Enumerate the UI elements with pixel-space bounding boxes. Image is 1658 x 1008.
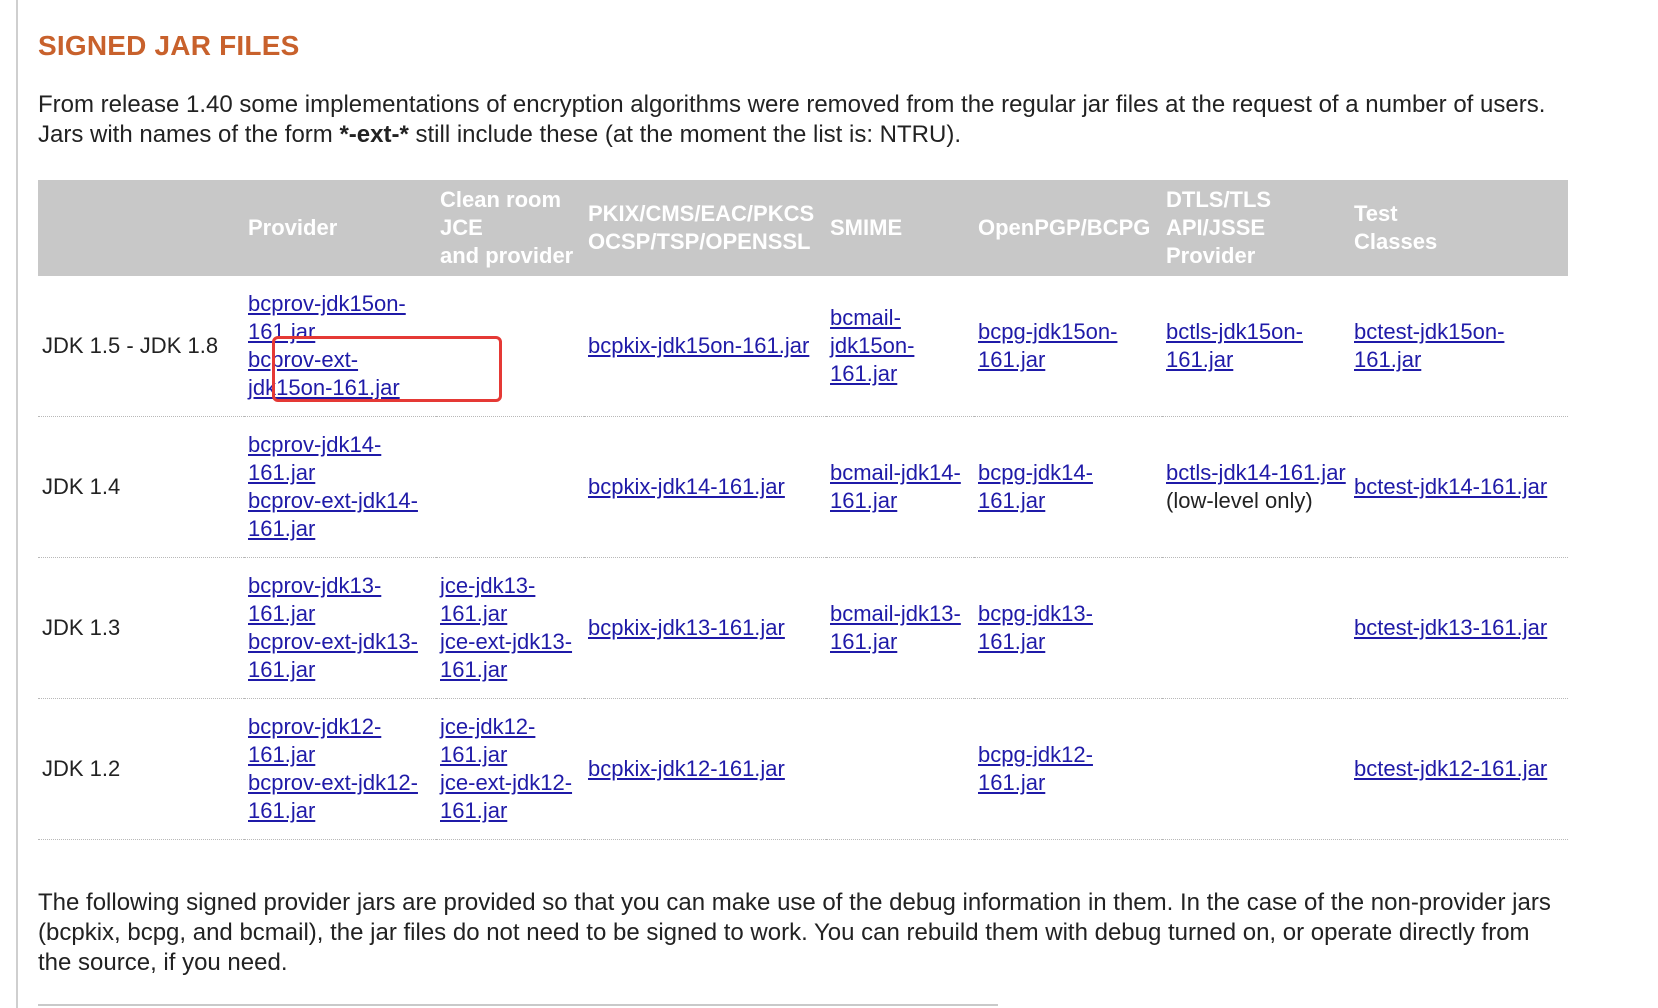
jce-ext-jar-link[interactable]: jce-ext-jdk12-161.jar [440,769,582,825]
provider-cell: bcprov-jdk12-161.jar bcprov-ext-jdk12-16… [244,698,436,840]
smime-jar-link[interactable]: bcmail-jdk13-161.jar [830,601,961,654]
provider-jar-link[interactable]: bcprov-jdk12-161.jar [248,713,434,769]
jce-jar-link[interactable]: jce-jdk13-161.jar [440,572,582,628]
test-cell: bctest-jdk13-161.jar [1350,557,1568,699]
table-row-jdk13: JDK 1.3 bcprov-jdk13-161.jar bcprov-ext-… [38,557,1568,699]
smime-cell [826,698,974,840]
pkix-jar-link[interactable]: bcpkix-jdk14-161.jar [588,474,785,499]
dtls-cell [1162,698,1350,840]
table-header-row: Provider Clean room JCE and provider PKI… [38,180,1568,276]
test-cell: bctest-jdk12-161.jar [1350,698,1568,840]
dtls-cell: bctls-jdk14-161.jar (low-level only) [1162,416,1350,558]
provider-jar-link[interactable]: bcprov-jdk15on-161.jar [248,290,434,346]
smime-cell: bcmail-jdk13-161.jar [826,557,974,699]
provider-cell: bcprov-jdk13-161.jar bcprov-ext-jdk13-16… [244,557,436,699]
bottom-divider [38,1004,998,1006]
pkix-cell: bcpkix-jdk15on-161.jar [584,276,826,417]
header-provider: Provider [248,215,338,240]
jdk-version-cell: JDK 1.3 [38,557,244,699]
smime-jar-link[interactable]: bcmail-jdk15on-161.jar [830,305,914,386]
jce-ext-jar-link[interactable]: jce-ext-jdk13-161.jar [440,628,582,684]
openpgp-jar-link[interactable]: bcpg-jdk12-161.jar [978,742,1093,795]
header-dtls: DTLS/TLS API/JSSE Provider [1162,180,1350,276]
provider-ext-jar-link[interactable]: bcprov-ext-jdk15on-161.jar [248,346,434,402]
pkix-cell: bcpkix-jdk13-161.jar [584,557,826,699]
pkix-jar-link[interactable]: bcpkix-jdk15on-161.jar [588,333,809,358]
pkix-cell: bcpkix-jdk14-161.jar [584,416,826,558]
jce-jar-link[interactable]: jce-jdk12-161.jar [440,713,582,769]
openpgp-jar-link[interactable]: bcpg-jdk14-161.jar [978,460,1093,513]
header-smime: SMIME [830,215,903,240]
smime-cell: bcmail-jdk14-161.jar [826,416,974,558]
dtls-jar-link[interactable]: bctls-jdk14-161.jar [1166,460,1346,485]
provider-cell: bcprov-jdk15on-161.jar bcprov-ext-jdk15o… [244,276,436,417]
openpgp-cell: bcpg-jdk12-161.jar [974,698,1162,840]
provider-ext-jar-link[interactable]: bcprov-ext-jdk14-161.jar [248,487,434,543]
jdk-version-cell: JDK 1.4 [38,416,244,558]
provider-jar-link[interactable]: bcprov-jdk14-161.jar [248,431,434,487]
header-test-line1: Test [1354,201,1398,226]
provider-ext-jar-link[interactable]: bcprov-ext-jdk13-161.jar [248,628,434,684]
jdk-version-cell: JDK 1.2 [38,698,244,840]
header-pkix-line2: OCSP/TSP/OPENSSL [588,229,811,254]
clean-room-cell [436,416,584,558]
header-clean-room: Clean room JCE and provider [436,180,584,276]
openpgp-cell: bcpg-jdk14-161.jar [974,416,1162,558]
provider-cell: bcprov-jdk14-161.jar bcprov-ext-jdk14-16… [244,416,436,558]
left-border [16,0,18,1008]
outro-paragraph: The following signed provider jars are p… [38,889,1551,976]
header-test: Test Classes [1350,180,1568,276]
jdk-version-cell: JDK 1.5 - JDK 1.8 [38,276,244,417]
header-clean-room-line1: Clean room [440,187,562,212]
header-dtls-line2: API/JSSE [1166,215,1266,240]
pkix-jar-link[interactable]: bcpkix-jdk13-161.jar [588,615,785,640]
header-clean-room-line3: and provider [440,243,574,268]
header-pkix: PKIX/CMS/EAC/PKCS OCSP/TSP/OPENSSL [584,180,826,276]
dtls-cell: bctls-jdk15on-161.jar [1162,276,1350,417]
header-dtls-line1: DTLS/TLS [1166,187,1272,212]
header-clean-room-line2: JCE [440,215,483,240]
intro-paragraph: From release 1.40 some implementations o… [38,90,1558,150]
signed-jars-table: Provider Clean room JCE and provider PKI… [38,180,1568,840]
dtls-note: (low-level only) [1166,488,1313,513]
clean-room-cell: jce-jdk13-161.jar jce-ext-jdk13-161.jar [436,557,584,699]
test-cell: bctest-jdk15on-161.jar [1350,276,1568,417]
header-pkix-line1: PKIX/CMS/EAC/PKCS [588,201,815,226]
dtls-cell [1162,557,1350,699]
clean-room-cell [436,276,584,417]
test-cell: bctest-jdk14-161.jar [1350,416,1568,558]
openpgp-jar-link[interactable]: bcpg-jdk13-161.jar [978,601,1093,654]
provider-ext-jar-link[interactable]: bcprov-ext-jdk12-161.jar [248,769,434,825]
openpgp-cell: bcpg-jdk13-161.jar [974,557,1162,699]
section-title: SIGNED JAR FILES [38,30,300,61]
dtls-jar-link[interactable]: bctls-jdk15on-161.jar [1166,319,1303,372]
smime-cell: bcmail-jdk15on-161.jar [826,276,974,417]
intro-text-2: still include these (at the moment the l… [408,121,961,148]
header-dtls-line3: Provider [1166,243,1256,268]
test-jar-link[interactable]: bctest-jdk14-161.jar [1354,474,1547,499]
header-openpgp: OpenPGP/BCPG [978,215,1151,240]
intro-bold-pattern: *-ext-* [339,121,409,148]
test-jar-link[interactable]: bctest-jdk13-161.jar [1354,615,1547,640]
header-jdk [38,180,244,276]
table-row-jdk15: JDK 1.5 - JDK 1.8 bcprov-jdk15on-161.jar… [38,276,1568,417]
clean-room-cell: jce-jdk12-161.jar jce-ext-jdk12-161.jar [436,698,584,840]
test-jar-link[interactable]: bctest-jdk12-161.jar [1354,756,1547,781]
pkix-cell: bcpkix-jdk12-161.jar [584,698,826,840]
test-jar-link[interactable]: bctest-jdk15on-161.jar [1354,319,1504,372]
pkix-jar-link[interactable]: bcpkix-jdk12-161.jar [588,756,785,781]
openpgp-jar-link[interactable]: bcpg-jdk15on-161.jar [978,319,1117,372]
openpgp-cell: bcpg-jdk15on-161.jar [974,276,1162,417]
table-row-jdk12: JDK 1.2 bcprov-jdk12-161.jar bcprov-ext-… [38,698,1568,840]
provider-jar-link[interactable]: bcprov-jdk13-161.jar [248,572,434,628]
smime-jar-link[interactable]: bcmail-jdk14-161.jar [830,460,961,513]
table-row-jdk14: JDK 1.4 bcprov-jdk14-161.jar bcprov-ext-… [38,416,1568,558]
header-test-line2: Classes [1354,229,1438,254]
